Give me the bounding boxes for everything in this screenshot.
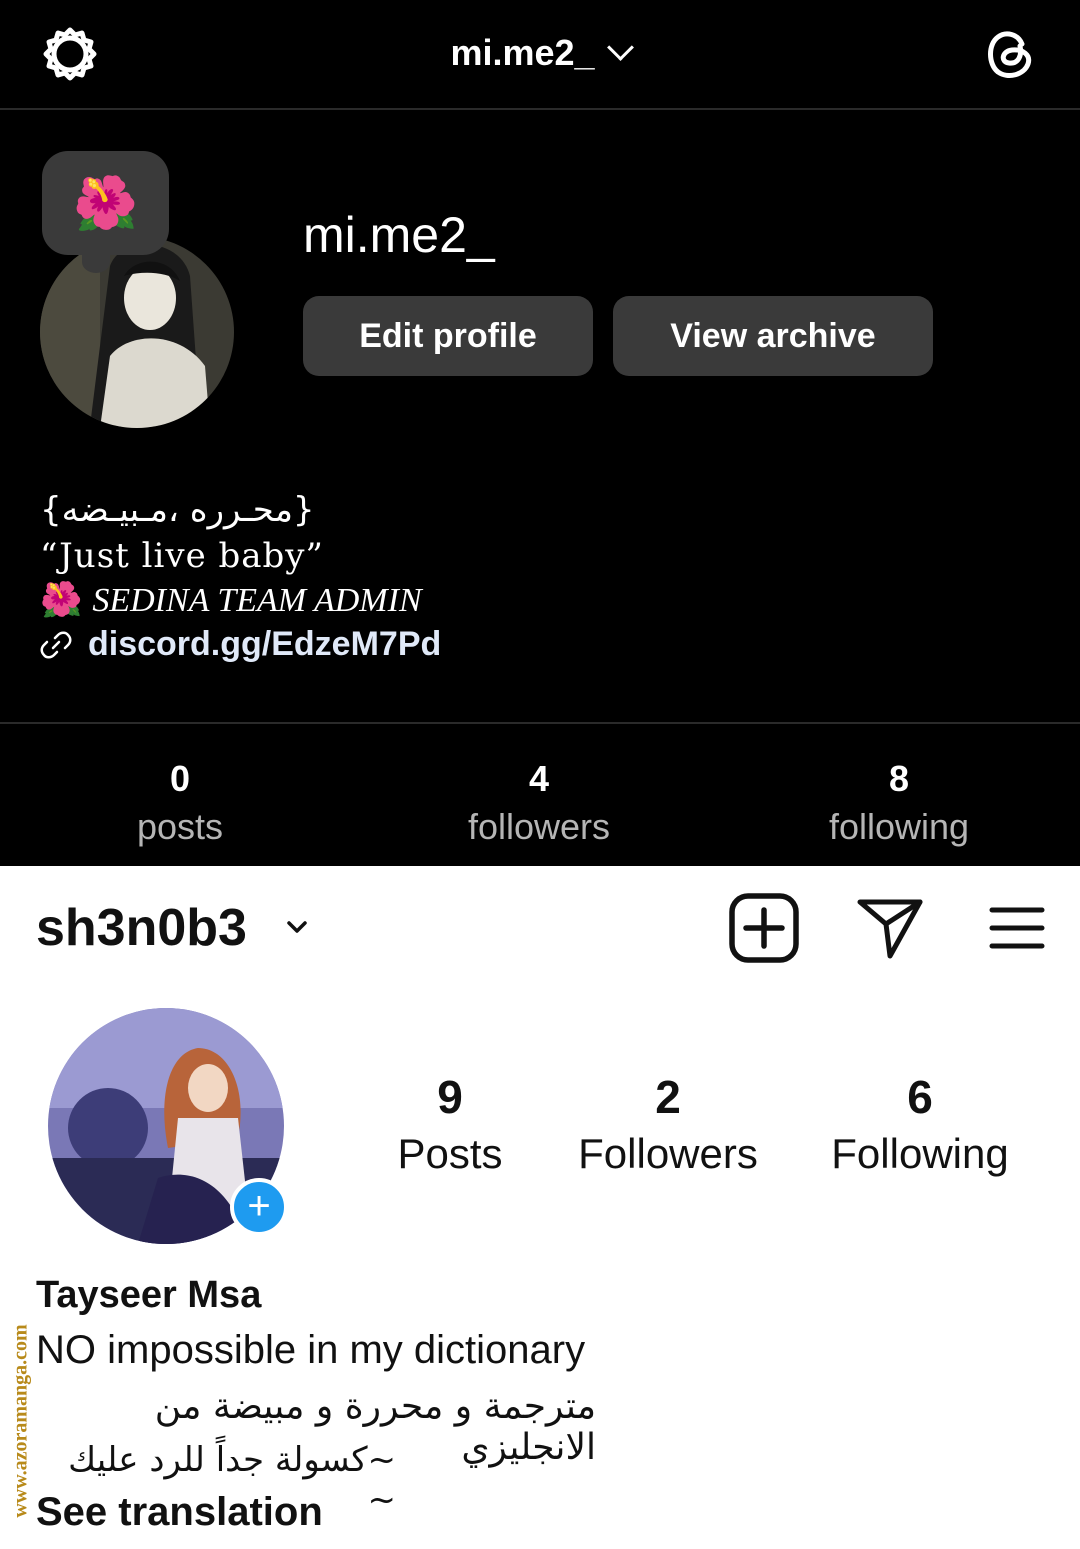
stat-value: 2 (655, 1071, 681, 1123)
see-translation-link[interactable]: See translation (36, 1490, 323, 1535)
top-username: mi.me2_ (450, 32, 595, 73)
stat-label: Followers (578, 1130, 758, 1177)
stat-label: Following (831, 1130, 1009, 1177)
bio-link[interactable]: discord.gg/EdzeM7Pd (40, 625, 441, 664)
profile-username: mi.me2_ (303, 207, 495, 263)
hibiscus-emoji: 🌺 (40, 582, 83, 619)
direct-message-icon[interactable] (856, 896, 924, 960)
avatar[interactable] (40, 236, 234, 428)
stat-value: 9 (437, 1071, 463, 1123)
divider (0, 722, 1080, 724)
stat-label: posts (136, 806, 224, 847)
stat-label: Posts (397, 1130, 503, 1177)
chevron-down-icon (606, 34, 634, 61)
followers-count[interactable]: 2 Followers (568, 1070, 768, 1178)
bio-line: “Just live baby” (40, 536, 324, 576)
light-profile-screen: sh3n0b3 + 9 Posts 2 Followers 6 Followin… (0, 866, 1080, 1549)
bio-team-text: SEDINA TEAM ADMIN (92, 582, 422, 619)
account-switcher[interactable]: sh3n0b3 (36, 898, 247, 958)
watermark-text: www.azoramanga.com (9, 1324, 32, 1518)
edit-profile-button[interactable]: Edit profile (303, 296, 593, 376)
bio-line: NO impossible in my dictionary (36, 1328, 586, 1372)
account-switcher[interactable]: mi.me2_ (0, 32, 1080, 74)
stat-value: 0 (169, 758, 191, 799)
new-post-icon[interactable] (728, 892, 800, 964)
stat-label: followers (467, 806, 611, 847)
link-icon (40, 631, 72, 658)
bio-line: 🌺 SEDINA TEAM ADMIN (40, 580, 422, 620)
bio-link-text: discord.gg/EdzeM7Pd (88, 625, 442, 663)
menu-icon[interactable] (988, 904, 1046, 952)
note-emoji: 🌺 (73, 174, 138, 233)
add-story-button[interactable]: + (230, 1178, 288, 1236)
posts-count[interactable]: 9 Posts (380, 1070, 520, 1178)
bio-line: {محـرره ،مـبيـضه} (40, 490, 315, 530)
watermark: www.azoramanga.com (4, 1294, 38, 1549)
following-count[interactable]: 8 following (749, 758, 1049, 848)
stat-value: 6 (907, 1071, 933, 1123)
dark-top-bar: mi.me2_ (0, 0, 1080, 110)
profile-name: Tayseer Msa (36, 1274, 262, 1316)
followers-count[interactable]: 4 followers (389, 758, 689, 848)
plus-icon: + (247, 1184, 271, 1228)
threads-icon[interactable] (978, 22, 1040, 84)
note-bubble[interactable]: 🌺 (42, 151, 169, 273)
stat-label: following (828, 806, 970, 847)
view-archive-button[interactable]: View archive (613, 296, 933, 376)
posts-count[interactable]: 0 posts (30, 758, 330, 848)
dark-profile-screen: mi.me2_ 🌺 mi.me2_ Edit profile View arch… (0, 0, 1080, 866)
stat-value: 8 (888, 758, 910, 799)
stat-value: 4 (528, 758, 550, 799)
following-count[interactable]: 6 Following (820, 1070, 1020, 1178)
chevron-down-icon[interactable] (286, 916, 308, 938)
